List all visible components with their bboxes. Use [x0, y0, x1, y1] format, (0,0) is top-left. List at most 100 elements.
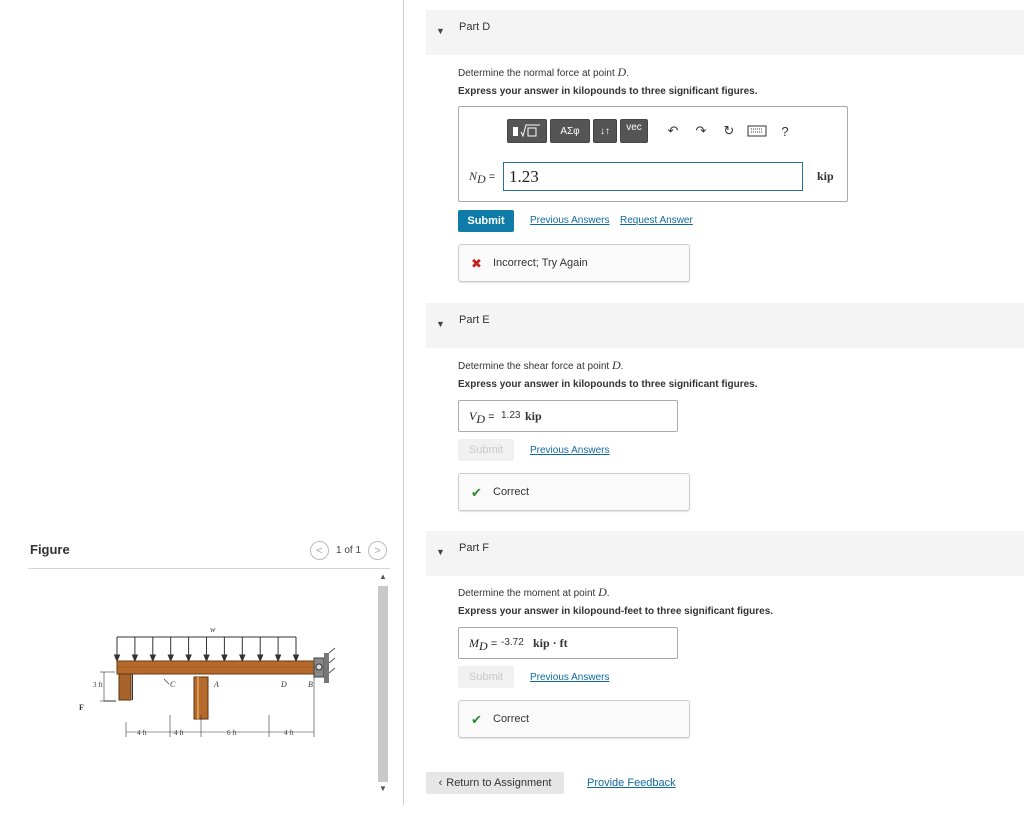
chevron-left-icon: ‹ — [438, 777, 443, 789]
left-post — [118, 673, 132, 701]
collapse-triangle-icon[interactable]: ▼ — [436, 547, 445, 557]
template-icon — [513, 124, 540, 138]
math-toolbar: ΑΣφ ↓↑ vec ↶ ↷ ↻ ? — [507, 119, 797, 143]
dim-4ft-1: 4 ft — [137, 729, 147, 737]
undo-icon[interactable]: ↶ — [661, 119, 685, 143]
part-d-title: Part D — [459, 21, 491, 33]
previous-answers-link[interactable]: Previous Answers — [530, 215, 609, 226]
part-d-header[interactable]: ▼ Part D — [426, 10, 1024, 55]
part-e-header[interactable]: ▼ Part E — [426, 303, 1024, 348]
checkmark-icon: ✔ — [471, 485, 482, 500]
answer-label: VD = — [469, 409, 495, 427]
incorrect-feedback: ✖ Incorrect; Try Again — [458, 244, 690, 282]
feedback-text: Correct — [493, 713, 530, 725]
part-f-question: Determine the moment at point D. — [458, 585, 610, 599]
load-arrow-head — [149, 654, 157, 663]
part-e-question: Determine the shear force at point D. — [458, 358, 624, 372]
load-arrow-head — [239, 654, 246, 663]
correct-feedback: ✔ Correct — [458, 700, 690, 738]
return-to-assignment-button[interactable]: ‹ Return to Assignment — [426, 772, 564, 794]
answer-unit: kip · ft — [533, 636, 568, 650]
feedback-text: Incorrect; Try Again — [493, 257, 588, 269]
redo-icon[interactable]: ↷ — [689, 119, 713, 143]
dim-3ft: 3 ft — [93, 681, 103, 689]
figure-scrollbar[interactable]: ▲ ▼ — [376, 571, 390, 799]
figure-pager-count: 1 of 1 — [336, 545, 362, 556]
part-e-answer: VD = 1.23 kip — [458, 400, 678, 432]
part-e-instruction: Express your answer in kilopounds to thr… — [458, 379, 758, 390]
part-d-question: Determine the normal force at point D. — [458, 65, 629, 79]
answer-value: -3.72 — [501, 637, 524, 648]
chevron-left-icon: < — [316, 544, 323, 557]
load-label-w: w — [210, 625, 216, 634]
distributed-load — [113, 636, 300, 663]
load-arrow-head — [274, 654, 282, 663]
help-icon[interactable]: ? — [773, 119, 797, 143]
feedback-text: Correct — [493, 486, 530, 498]
label-c: C — [170, 680, 176, 689]
answer-input[interactable]: 1.23 — [503, 162, 803, 191]
chevron-right-icon: > — [374, 544, 381, 557]
pin-support — [313, 647, 336, 683]
dim-4ft-3: 4 ft — [284, 729, 294, 737]
label-b: B — [308, 680, 313, 689]
part-f-header[interactable]: ▼ Part F — [426, 531, 1024, 576]
prev-figure-button[interactable]: < — [310, 541, 329, 560]
greek-button[interactable]: ΑΣφ — [550, 119, 590, 143]
part-e-title: Part E — [459, 314, 490, 326]
scroll-up-icon[interactable]: ▲ — [376, 571, 390, 583]
figure-divider — [28, 568, 390, 569]
load-arrow-head — [221, 654, 228, 663]
panel-divider — [403, 0, 404, 805]
answer-label: MD = — [469, 636, 498, 654]
answer-label: ND = — [469, 169, 496, 187]
scroll-down-icon[interactable]: ▼ — [376, 783, 390, 795]
collapse-triangle-icon[interactable]: ▼ — [436, 26, 445, 36]
correct-feedback: ✔ Correct — [458, 473, 690, 511]
submit-button-disabled: Submit — [458, 439, 514, 461]
label-d: D — [280, 680, 287, 689]
template-button[interactable] — [507, 119, 547, 143]
load-arrow-head — [113, 654, 121, 663]
x-icon: ✖ — [471, 256, 482, 271]
answer-value: 1.23 — [501, 410, 521, 421]
part-f-instruction: Express your answer in kilopound-feet to… — [458, 606, 774, 617]
submit-button[interactable]: Submit — [458, 210, 514, 232]
answer-unit: kip — [817, 169, 834, 183]
center-support — [193, 676, 209, 720]
answer-unit: kip — [525, 409, 542, 423]
beam — [116, 660, 322, 675]
dim-6ft: 6 ft — [227, 729, 237, 737]
label-f: F — [79, 703, 84, 712]
load-arrow-head — [131, 654, 139, 663]
return-label: Return to Assignment — [446, 777, 552, 789]
vec-button[interactable]: vec — [620, 119, 648, 143]
checkmark-icon: ✔ — [471, 712, 482, 727]
load-arrow-head — [292, 654, 300, 663]
keyboard-icon[interactable] — [745, 119, 769, 143]
arrows-button[interactable]: ↓↑ — [593, 119, 617, 143]
part-f-answer: MD = -3.72 kip · ft — [458, 627, 678, 659]
figure-panel: Figure < 1 of 1 > w C A D B 3 ft F 4 ft … — [0, 0, 404, 816]
collapse-triangle-icon[interactable]: ▼ — [436, 319, 445, 329]
part-d-instruction: Express your answer in kilopounds to thr… — [458, 86, 758, 97]
dim-4ft-2: 4 ft — [174, 729, 184, 737]
label-a: A — [213, 680, 219, 689]
figure-pager: < 1 of 1 > — [310, 541, 388, 560]
reset-icon[interactable]: ↻ — [717, 119, 741, 143]
scroll-thumb[interactable] — [378, 586, 388, 782]
request-answer-link[interactable]: Request Answer — [620, 215, 693, 226]
previous-answers-link[interactable]: Previous Answers — [530, 672, 609, 683]
load-arrow-head — [185, 654, 192, 663]
submit-button-disabled: Submit — [458, 666, 514, 688]
answer-box: ΑΣφ ↓↑ vec ↶ ↷ ↻ ? ND = 1.23 kip — [458, 106, 848, 202]
load-arrow-head — [203, 654, 210, 663]
beam-figure: w C A D B 3 ft F 4 ft 4 ft 6 ft 4 ft — [79, 625, 336, 737]
load-arrow-head — [256, 654, 264, 663]
provide-feedback-link[interactable]: Provide Feedback — [587, 777, 676, 789]
previous-answers-link[interactable]: Previous Answers — [530, 445, 609, 456]
part-f-title: Part F — [459, 542, 489, 554]
figure-title: Figure — [30, 542, 70, 557]
load-arrow-head — [167, 654, 174, 663]
next-figure-button[interactable]: > — [368, 541, 388, 560]
